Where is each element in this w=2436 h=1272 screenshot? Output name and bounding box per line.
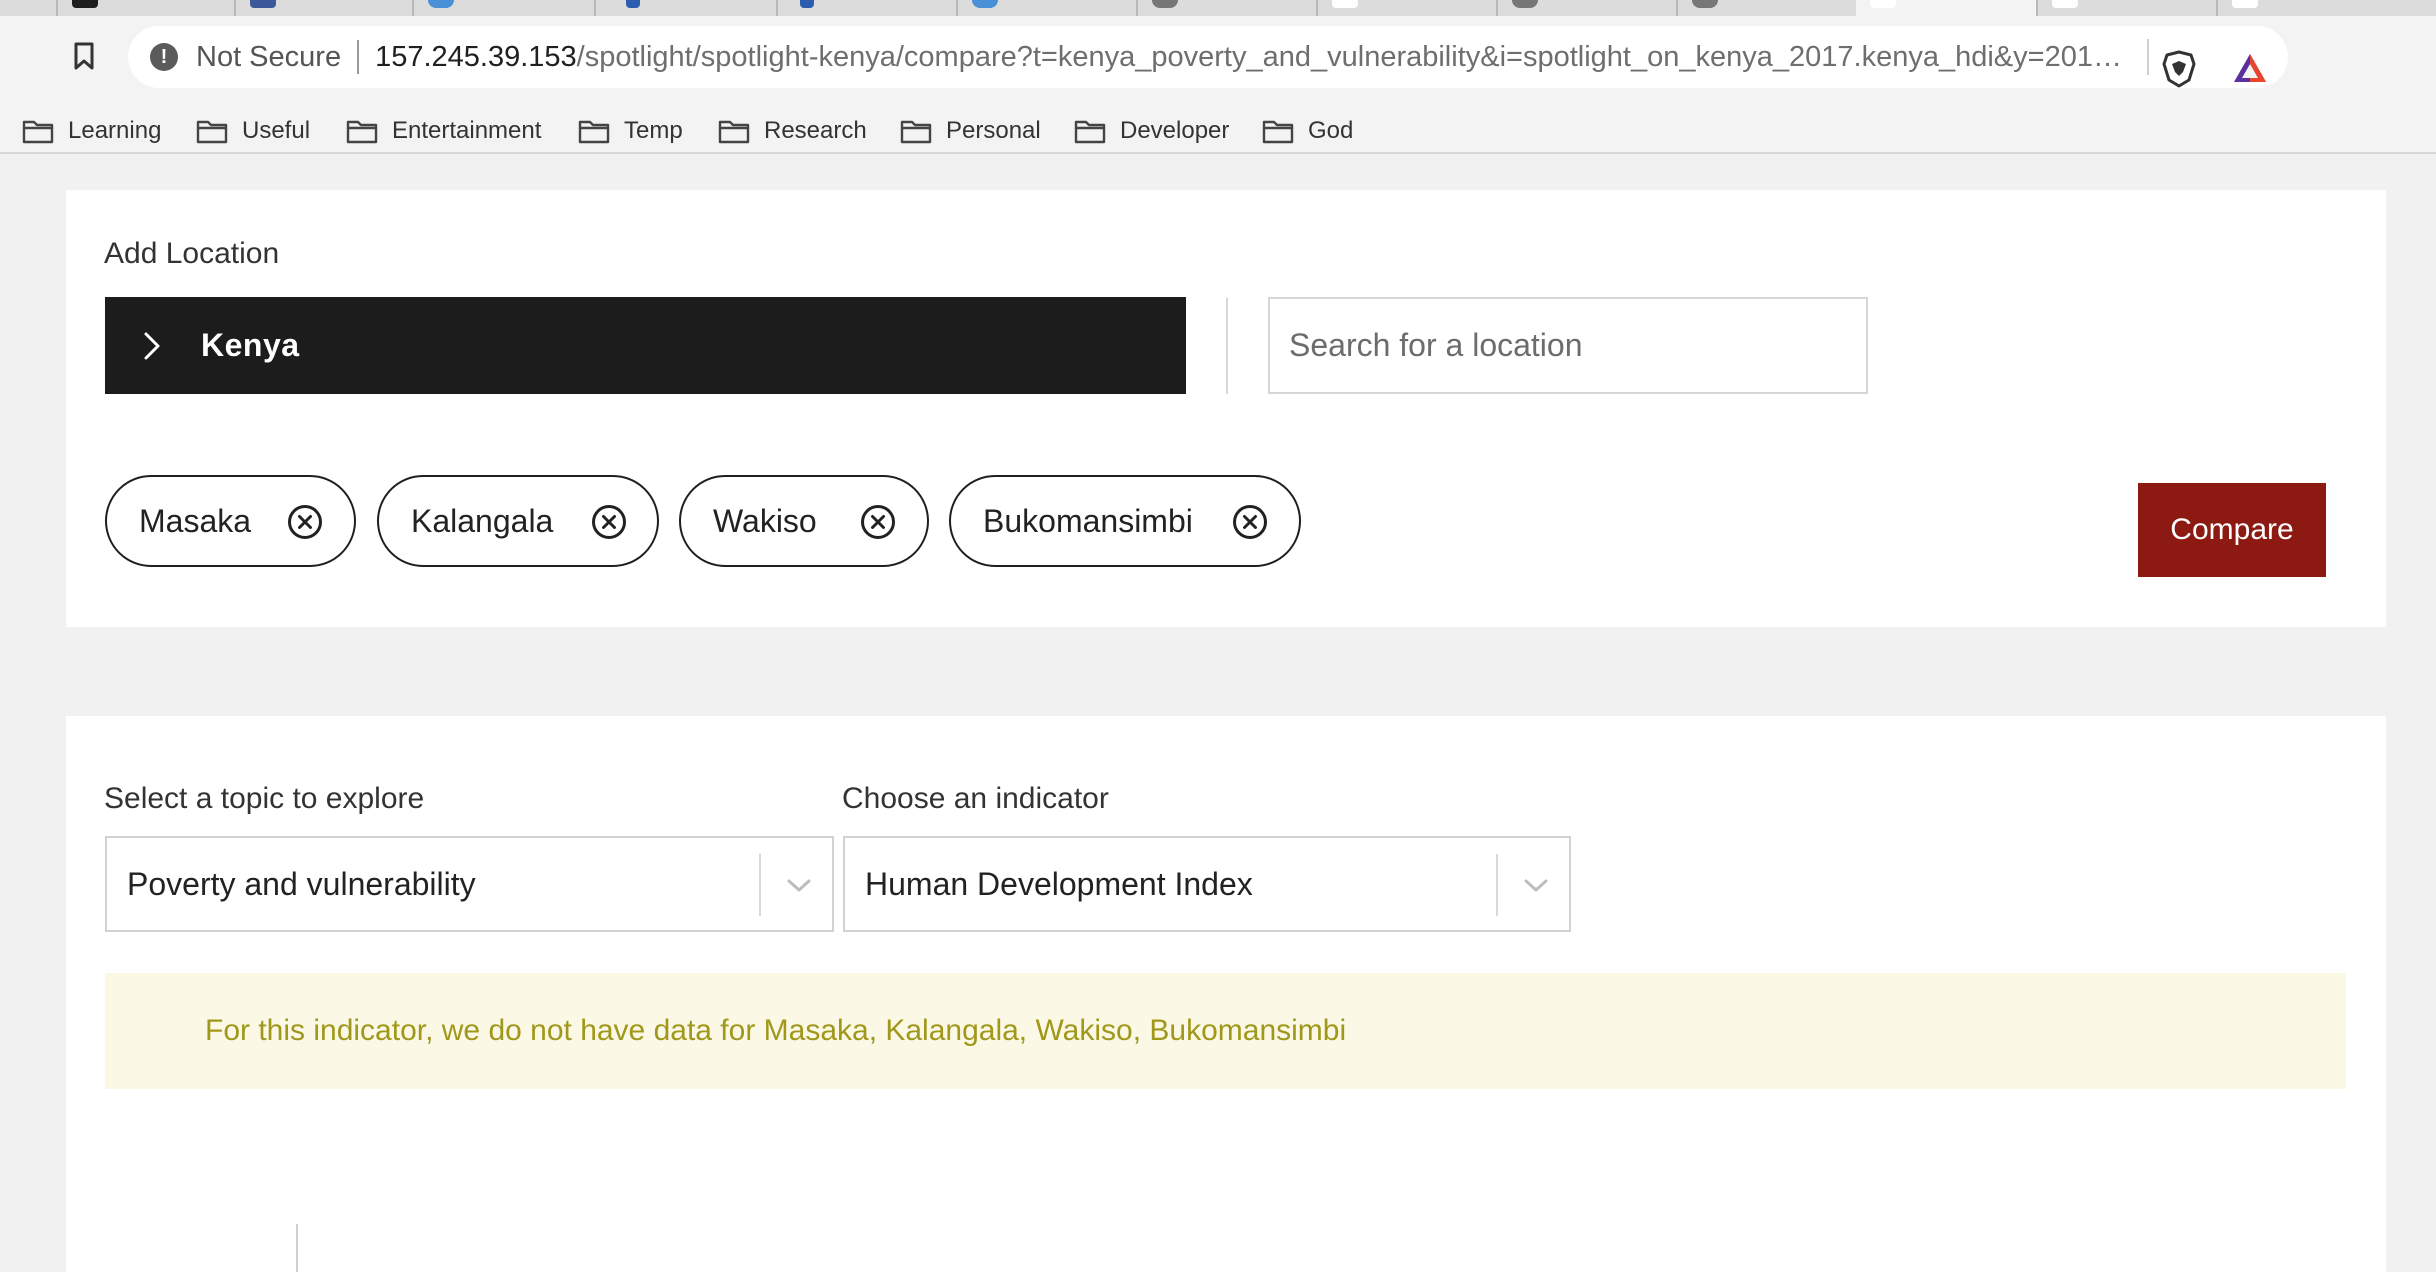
chip-label: Wakiso [713,502,817,539]
browser-tab[interactable] [1676,0,1856,16]
bookmark-label: Learning [68,117,162,144]
bookmark-folder[interactable]: Useful [196,108,310,154]
bookmark-label: Entertainment [392,117,542,144]
chip-label: Bukomansimbi [983,502,1193,539]
divider [2147,39,2150,75]
remove-chip-icon[interactable] [591,504,627,540]
bookmark-folder[interactable]: Developer [1074,108,1229,154]
address-bar[interactable]: ! Not Secure 157.245.39.153/spotlight/sp… [128,26,2288,88]
tab-favicon [1692,0,1718,8]
indicator-select[interactable]: Human Development Index [843,836,1571,932]
chip-label: Kalangala [411,502,554,539]
tab-favicon [800,0,814,8]
browser-toolbar: ! Not Secure 157.245.39.153/spotlight/sp… [0,16,2436,108]
no-data-notice: For this indicator, we do not have data … [105,973,2346,1089]
browser-tab-active[interactable] [1856,0,2036,16]
browser-tab[interactable] [2036,0,2216,16]
browser-tab[interactable] [412,0,594,16]
tab-favicon [1870,0,1896,8]
bookmark-label: Personal [946,117,1041,144]
notice-text: For this indicator, we do not have data … [205,1014,1347,1047]
topic-select-value: Poverty and vulnerability [127,865,476,902]
chip-label: Masaka [139,502,252,539]
tab-favicon [1332,0,1358,8]
browser-tab[interactable] [1496,0,1676,16]
add-location-heading: Add Location [104,237,280,270]
tab-strip [0,0,2436,16]
divider [1496,854,1498,916]
tab-favicon [1152,0,1178,8]
bookmark-page-icon[interactable] [66,38,102,74]
browser-tab[interactable] [234,0,412,16]
info-icon[interactable]: ! [150,43,178,71]
compare-button[interactable]: Compare [2138,483,2326,577]
tab-favicon [2052,0,2078,8]
browser-tab[interactable] [56,0,234,16]
divider [357,40,360,74]
bookmark-label: Temp [624,117,683,144]
folder-icon [1262,120,1294,144]
location-chip-wakiso: Wakiso [679,475,929,567]
browser-tab[interactable] [956,0,1136,16]
brave-shields-icon[interactable] [2162,50,2196,93]
indicator-select-value: Human Development Index [865,865,1253,902]
bookmark-folder[interactable]: Research [718,108,867,154]
tab-favicon [428,0,454,8]
tab-favicon [250,0,276,8]
bookmark-label: Useful [242,117,311,144]
tab-favicon [972,0,998,8]
selected-country: Kenya [201,327,300,363]
country-selector[interactable]: Kenya [105,297,1186,394]
remove-chip-icon[interactable] [287,504,323,540]
url-path: /spotlight/spotlight-kenya/compare?t=ken… [576,40,2136,73]
browser-tab[interactable] [1316,0,1496,16]
topic-select[interactable]: Poverty and vulnerability [105,836,834,932]
location-chip-kalangala: Kalangala [377,475,659,567]
chevron-right-icon[interactable] [135,329,169,363]
bookmark-label: Research [764,117,867,144]
bookmark-folder[interactable]: Personal [900,108,1041,154]
folder-icon [196,120,228,144]
topic-label: Select a topic to explore [104,782,425,815]
brave-rewards-icon[interactable] [2232,52,2268,89]
folder-icon [578,120,610,144]
url-text[interactable]: 157.245.39.153/spotlight/spotlight-kenya… [375,41,2135,74]
browser-tab[interactable] [1136,0,1316,16]
divider [1226,298,1228,394]
bookmark-label: Developer [1120,117,1230,144]
tab-favicon [626,0,640,8]
indicator-label: Choose an indicator [842,782,1109,815]
security-status[interactable]: Not Secure [196,41,341,74]
browser-tab[interactable] [594,0,776,16]
folder-icon [22,120,54,144]
divider [759,854,761,916]
tab-favicon [72,0,98,8]
folder-icon [900,120,932,144]
remove-chip-icon[interactable] [860,504,896,540]
location-search-input[interactable] [1268,297,1868,394]
url-host: 157.245.39.153 [375,40,577,73]
tab-favicon [1512,0,1538,8]
folder-icon [346,120,378,144]
tab-favicon [2232,0,2258,8]
add-location-panel: Add Location Kenya Masaka Kalangala Waki… [66,190,2386,627]
bookmark-folder[interactable]: Learning [22,108,161,154]
location-chip-bukomansimbi: Bukomansimbi [949,475,1301,567]
remove-chip-icon[interactable] [1232,504,1268,540]
bookmark-folder[interactable]: Temp [578,108,683,154]
folder-icon [1074,120,1106,144]
bookmarks-bar: Learning Useful Entertainment Temp Resea… [0,108,2436,154]
chevron-down-icon[interactable] [1522,872,1550,900]
bookmark-folder[interactable]: Entertainment [346,108,541,154]
chart-axis-line [296,1224,298,1272]
location-chip-masaka: Masaka [105,475,356,567]
topic-panel: Select a topic to explore Choose an indi… [66,716,2386,1272]
chevron-down-icon[interactable] [785,872,813,900]
folder-icon [718,120,750,144]
bookmark-label: God [1308,117,1354,144]
browser-tab[interactable] [776,0,956,16]
browser-tab[interactable] [2216,0,2436,16]
bookmark-folder[interactable]: God [1262,108,1353,154]
